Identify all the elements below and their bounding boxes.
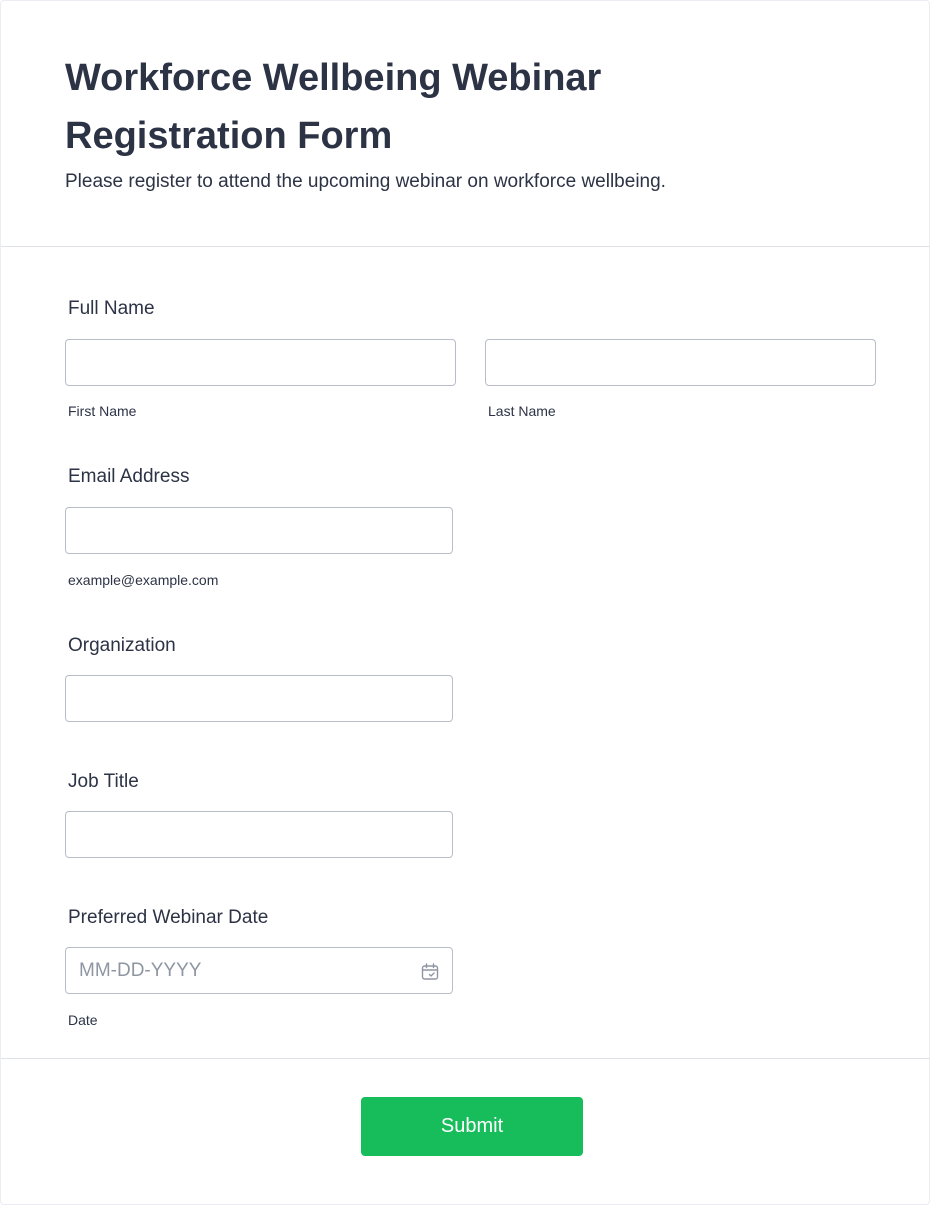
job-title-label: Job Title bbox=[68, 771, 139, 792]
first-name-sublabel: First Name bbox=[68, 403, 137, 419]
email-sublabel: example@example.com bbox=[68, 572, 219, 588]
form-card: Workforce Wellbeing Webinar Registration… bbox=[0, 0, 930, 1205]
last-name-sublabel: Last Name bbox=[488, 403, 556, 419]
calendar-icon[interactable] bbox=[420, 962, 440, 982]
organization-input[interactable] bbox=[65, 675, 453, 722]
full-name-label: Full Name bbox=[68, 298, 155, 319]
organization-label: Organization bbox=[68, 635, 176, 656]
webinar-date-sublabel: Date bbox=[68, 1012, 98, 1028]
form-subtitle: Please register to attend the upcoming w… bbox=[65, 171, 666, 192]
last-name-input[interactable] bbox=[485, 339, 876, 386]
submit-button[interactable]: Submit bbox=[361, 1097, 583, 1156]
email-label: Email Address bbox=[68, 466, 190, 487]
webinar-date-input[interactable]: MM-DD-YYYY bbox=[65, 947, 453, 994]
webinar-date-label: Preferred Webinar Date bbox=[68, 907, 269, 928]
first-name-input[interactable] bbox=[65, 339, 456, 386]
form-title: Workforce Wellbeing Webinar Registration… bbox=[65, 57, 602, 157]
email-field[interactable] bbox=[65, 507, 453, 554]
footer-divider bbox=[1, 1058, 930, 1059]
job-title-input[interactable] bbox=[65, 811, 453, 858]
form-header: Workforce Wellbeing Webinar Registration… bbox=[1, 1, 930, 247]
webinar-date-placeholder: MM-DD-YYYY bbox=[79, 960, 202, 981]
